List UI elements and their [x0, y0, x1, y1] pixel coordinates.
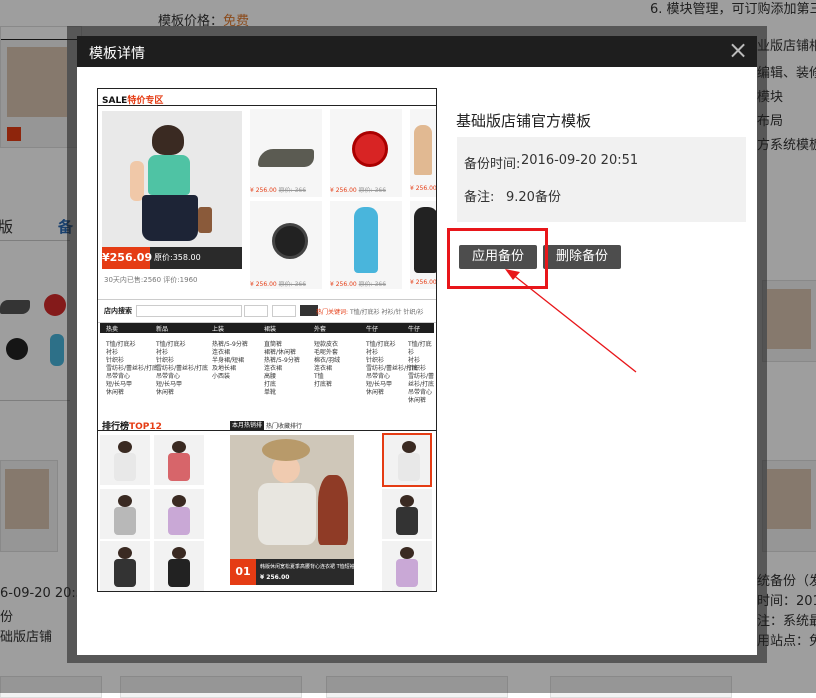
annotation-arrow: [505, 269, 637, 373]
